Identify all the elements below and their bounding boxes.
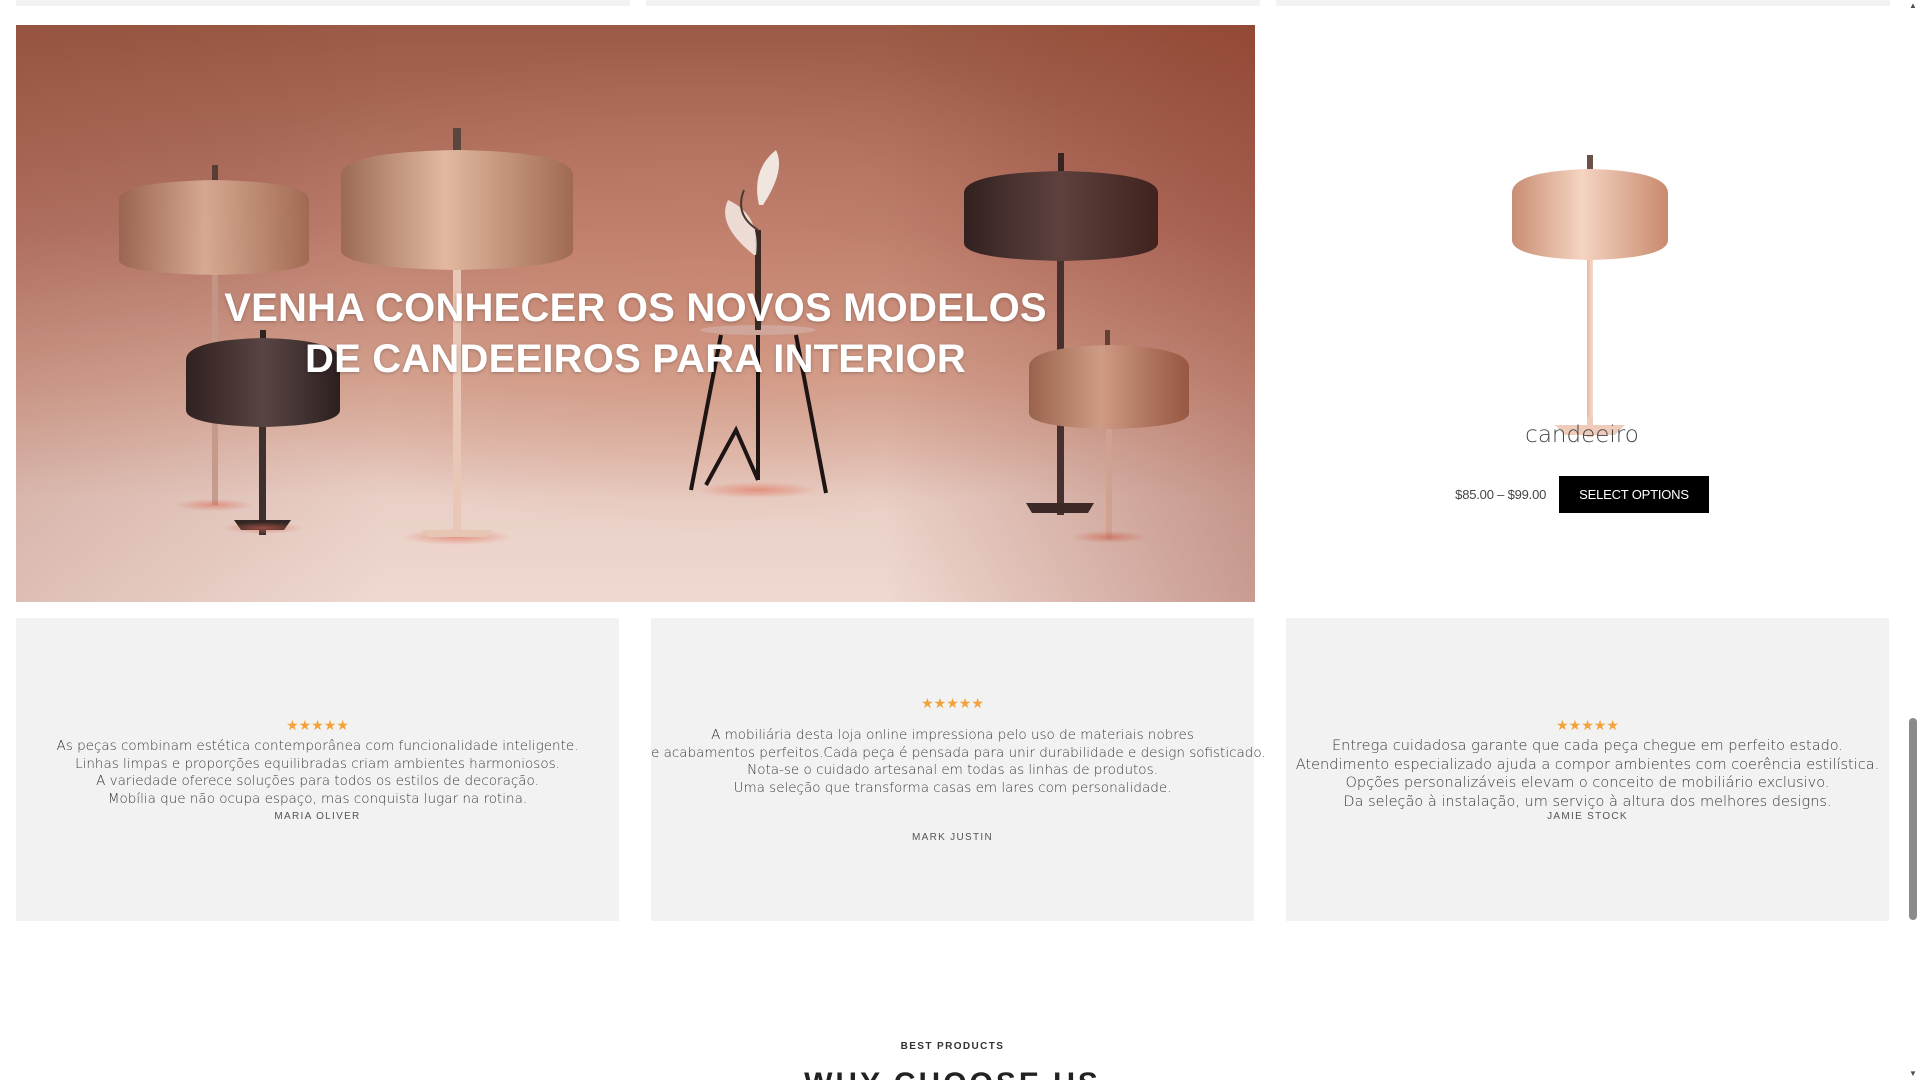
section-eyebrow: BEST PRODUCTS [900,1041,1005,1052]
testimonial-line: As peças combinam estética contemporânea… [56,738,579,754]
previous-card-1 [16,0,630,6]
testimonial-author: MARK JUSTIN [912,832,993,843]
rating-stars-icon: ★★★★★ [921,695,984,711]
hero-title-line-1: VENHA CONHECER OS NOVOS MODELOS [224,286,1047,330]
page-scrollbar[interactable]: ▲ ▼ [1906,0,1920,1080]
testimonial-line: e acabamentos perfeitos.Cada peça é pens… [651,744,1266,761]
testimonial-line: Mobília que não ocupa espaço, mas conqui… [107,790,528,807]
testimonial-line: Atendimento especializado ajuda a compor… [1295,756,1880,773]
product-name[interactable]: candeeiro [1275,422,1889,448]
scroll-up-arrow-icon[interactable]: ▲ [1909,2,1917,10]
testimonial-card: ★★★★★ Entrega cuidadosa garante que cada… [1286,618,1889,921]
select-options-button[interactable]: SELECT OPTIONS [1559,476,1709,513]
testimonial-line: A mobiliária desta loja online impressio… [711,727,1194,743]
product-image-lamp[interactable] [1490,125,1690,445]
product-card[interactable]: candeeiro $85.00 – $99.00 SELECT OPTIONS [1275,25,1889,602]
testimonial-author: JAMIE STOCK [1547,811,1628,822]
testimonial-text: Entrega cuidadosa garante que cada peça … [1286,737,1889,811]
hero-banner[interactable]: VENHA CONHECER OS NOVOS MODELOS DE CANDE… [16,25,1255,602]
testimonial-text: A mobiliária desta loja online impressio… [651,727,1266,797]
rating-stars-icon: ★★★★★ [286,717,349,733]
product-purchase-row: $85.00 – $99.00 SELECT OPTIONS [1275,476,1889,513]
testimonial-line: Opções personalizáveis elevam o conceito… [1345,775,1830,791]
previous-card-3 [1276,0,1890,6]
rating-stars-icon: ★★★★★ [1556,717,1619,733]
testimonial-line: Da seleção à instalação, um serviço à al… [1343,793,1832,810]
hero-title: VENHA CONHECER OS NOVOS MODELOS DE CANDE… [16,283,1255,385]
previous-row-cards [16,0,1890,6]
hero-title-line-2: DE CANDEEIROS PARA INTERIOR [304,337,966,381]
product-price: $85.00 – $99.00 [1455,487,1547,502]
testimonial-text: As peças combinam estética contemporânea… [16,738,619,808]
testimonial-author: MARIA OLIVER [274,811,361,822]
testimonial-line: Entrega cuidadosa garante que cada peça … [1331,738,1844,754]
testimonial-line: A variedade oferece soluções para todos … [96,773,539,789]
testimonial-card: ★★★★★ As peças combinam estética contemp… [16,618,619,921]
previous-card-2 [646,0,1260,6]
testimonial-card: ★★★★★ A mobiliária desta loja online imp… [651,618,1266,921]
testimonial-line: Linhas limpas e proporções equilibradas … [75,755,560,772]
section-heading: WHY CHOOSE US [0,1069,1905,1080]
testimonial-line: Nota-se o cuidado artesanal em todas as … [747,762,1158,778]
testimonial-line: Uma seleção que transforma casas em lare… [733,779,1172,796]
scroll-down-arrow-icon[interactable]: ▼ [1909,1070,1917,1078]
scroll-thumb[interactable] [1909,718,1917,920]
